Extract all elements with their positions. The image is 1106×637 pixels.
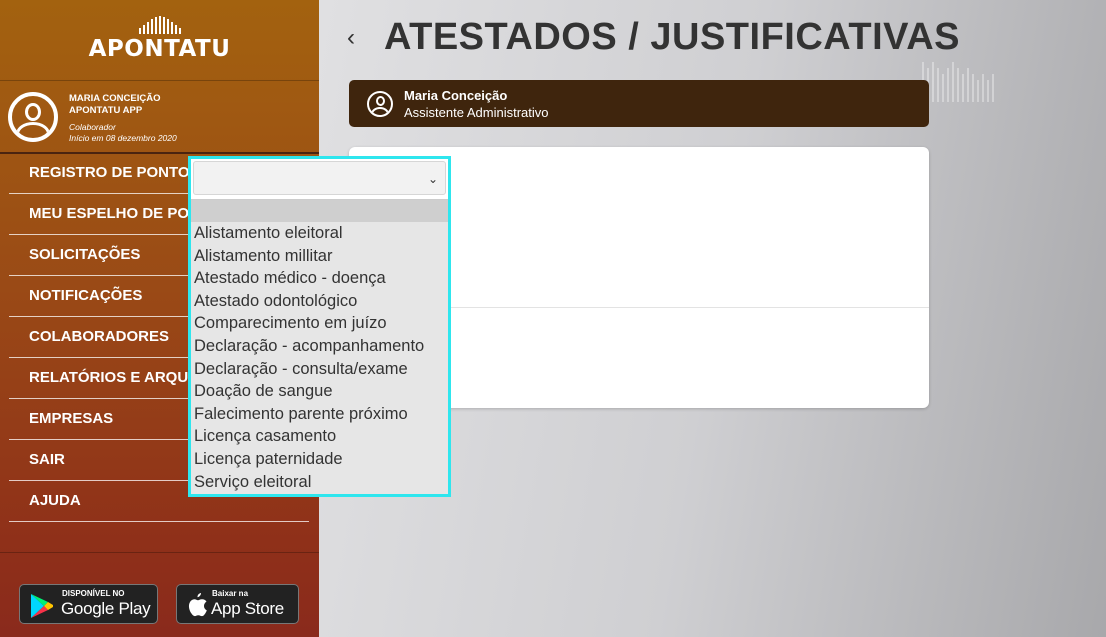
app-store-big-text: App Store xyxy=(211,599,284,618)
logo-bars-icon xyxy=(0,16,319,34)
google-play-icon xyxy=(31,594,53,618)
profile-role: Colaborador xyxy=(69,122,116,132)
user-profile: MARIA CONCEIçãO APONTATU APP Colaborador… xyxy=(0,81,319,153)
logo-text: APONTATU xyxy=(88,36,231,62)
employee-role: Assistente Administrativo xyxy=(404,105,549,120)
back-chevron-icon[interactable]: ‹ xyxy=(347,24,355,52)
dropdown-option[interactable]: Falecimento parente próximo xyxy=(191,403,448,426)
employee-name: Maria Conceição xyxy=(404,88,508,103)
dropdown-option[interactable]: Licença paternidade xyxy=(191,448,448,471)
dropdown-option[interactable]: Licença casamento xyxy=(191,425,448,448)
decorative-bars-icon xyxy=(922,62,994,102)
dropdown-option[interactable]: Atestado médico - doença xyxy=(191,267,448,290)
profile-name-line2: APONTATU APP xyxy=(69,105,143,116)
app-store-small-text: Baixar na xyxy=(212,589,249,598)
dropdown-option[interactable]: Serviço eleitoral xyxy=(191,471,448,494)
dropdown-options-list: Alistamento eleitoral Alistamento millit… xyxy=(191,199,448,494)
chevron-down-icon: ⌄ xyxy=(427,172,438,186)
dropdown-option[interactable]: Declaração - acompanhamento xyxy=(191,335,448,358)
dropdown-option[interactable]: Doação de sangue xyxy=(191,380,448,403)
dropdown-option-empty[interactable] xyxy=(191,200,448,222)
logo[interactable]: APONTATU xyxy=(0,16,319,62)
employee-header: Maria Conceição Assistente Administrativ… xyxy=(349,80,929,127)
profile-name: MARIA CONCEIçãO APONTATU APP xyxy=(69,93,160,117)
google-play-badge[interactable]: DISPONÍVEL NO Google Play xyxy=(19,584,158,624)
profile-details: Colaborador Início em 08 dezembro 2020 xyxy=(69,122,177,144)
dropdown-option[interactable]: Alistamento eleitoral xyxy=(191,222,448,245)
app-store-badge[interactable]: Baixar na App Store xyxy=(176,584,299,624)
avatar xyxy=(8,92,58,142)
dropdown-option[interactable]: Atestado odontológico xyxy=(191,290,448,313)
dropdown-option[interactable]: Declaração - consulta/exame xyxy=(191,358,448,381)
profile-since: Início em 08 dezembro 2020 xyxy=(69,133,177,143)
google-play-small-text: DISPONÍVEL NO xyxy=(62,589,125,598)
profile-name-line1: MARIA CONCEIçãO xyxy=(69,93,161,104)
dropdown-option[interactable]: Alistamento millitar xyxy=(191,245,448,268)
page-title: ATESTADOS / JUSTIFICATIVAS xyxy=(384,16,960,58)
google-play-big-text: Google Play xyxy=(61,599,151,618)
user-icon xyxy=(367,91,393,117)
divider xyxy=(0,552,319,553)
apple-icon xyxy=(188,593,207,617)
justification-type-select[interactable]: ⌄ Alistamento eleitoral Alistamento mill… xyxy=(188,156,451,497)
select-field[interactable]: ⌄ xyxy=(193,161,446,195)
dropdown-option[interactable]: Comparecimento em juízo xyxy=(191,312,448,335)
